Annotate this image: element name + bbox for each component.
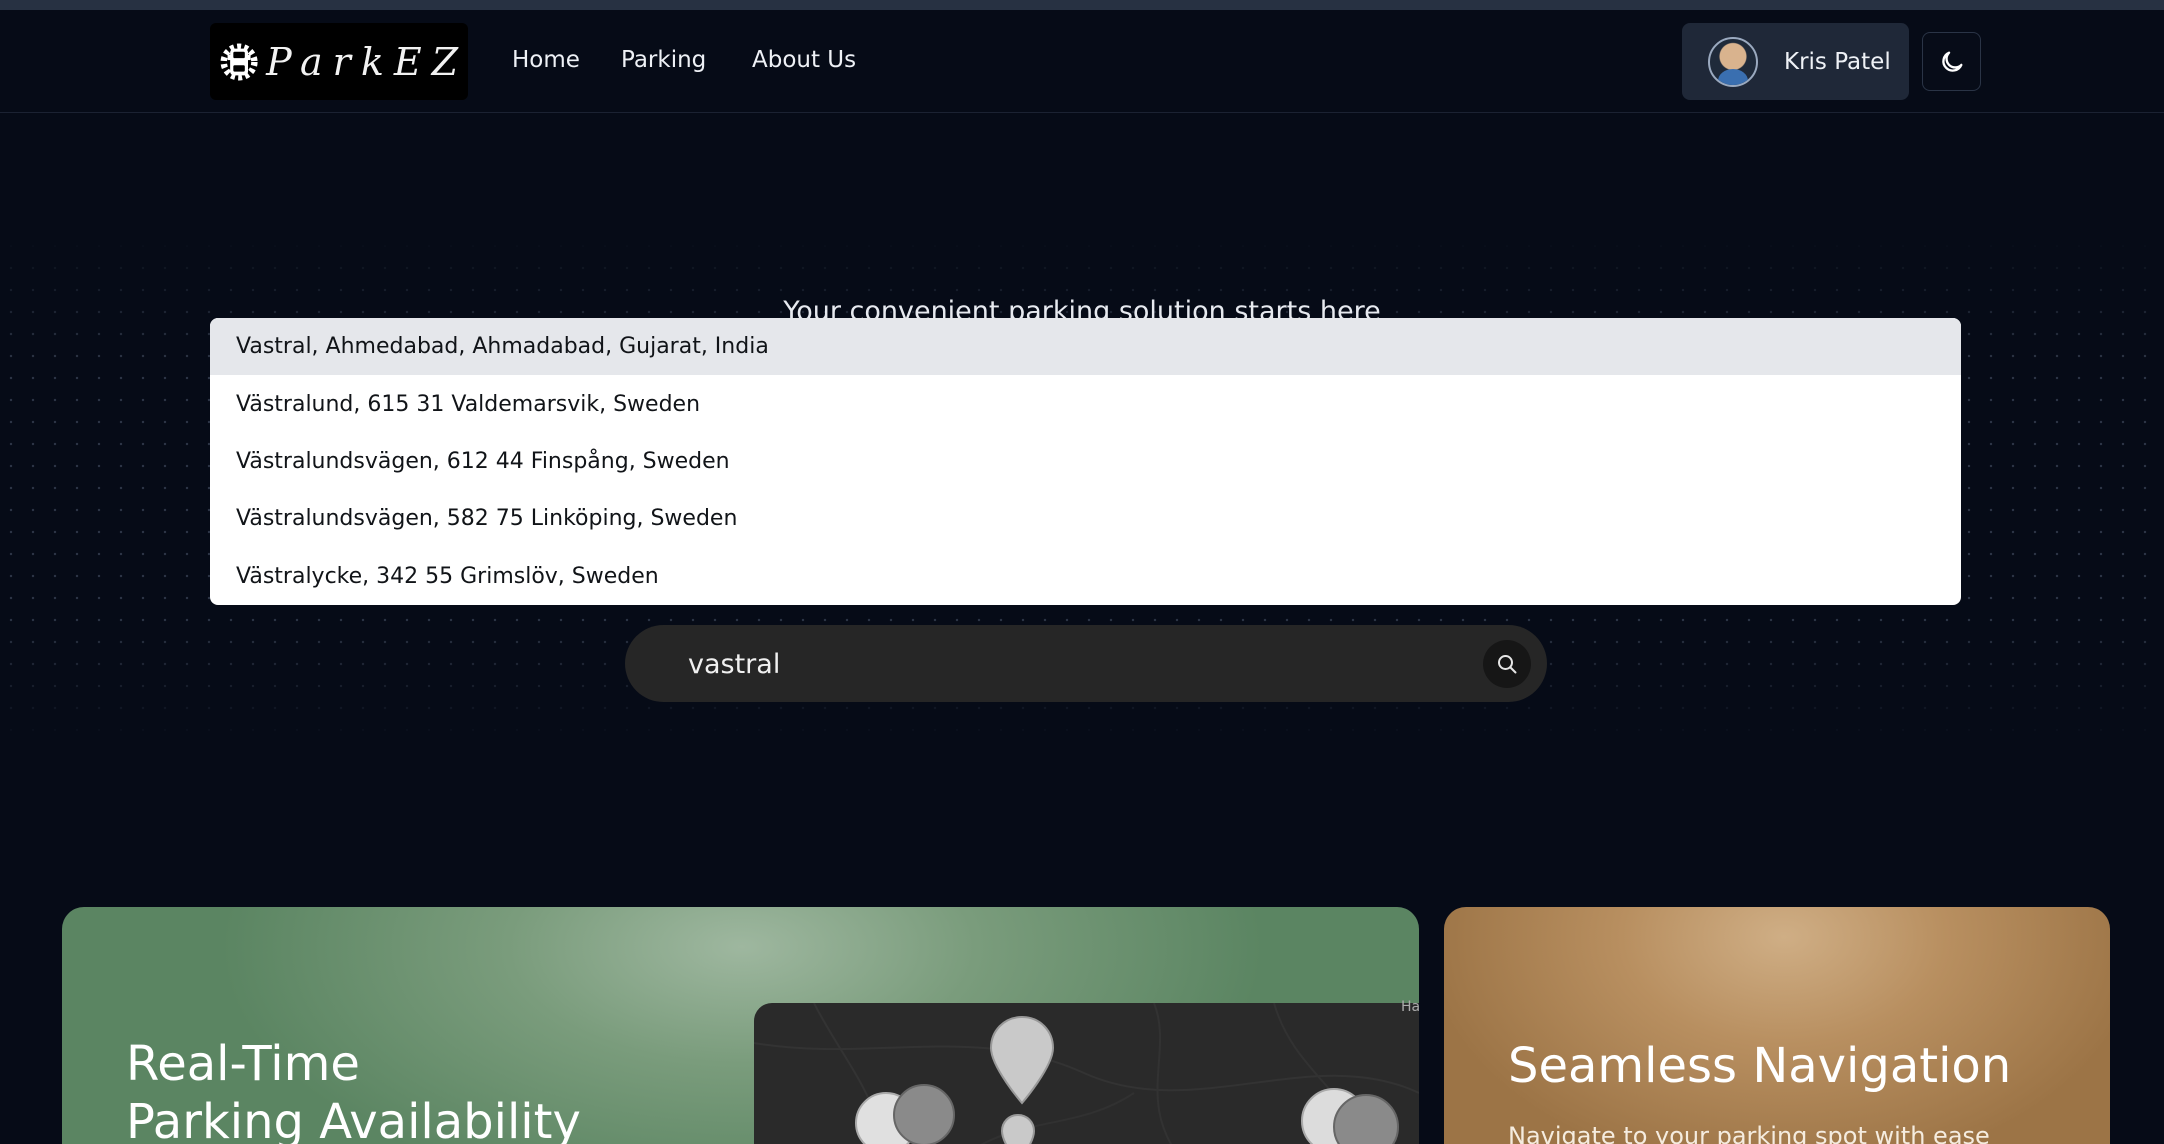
map-marker-icon — [1301, 1088, 1399, 1144]
search-bar — [625, 625, 1547, 702]
feature-card-navigation: Seamless Navigation Navigate to your par… — [1444, 907, 2110, 1144]
map-marker-icon — [1000, 1113, 1036, 1144]
nav-about-us[interactable]: About Us — [752, 47, 856, 73]
suggestion-item[interactable]: Västralundsvägen, 582 75 Linköping, Swed… — [210, 490, 1961, 547]
feature-title-line1: Real-Time — [126, 1036, 360, 1092]
map-marker-icon — [855, 1084, 955, 1144]
search-input[interactable] — [688, 645, 1468, 683]
feature-description: Navigate to your parking spot with ease — [1508, 1122, 1990, 1144]
feature-card-realtime: Real-Time Parking Availability Ha — [62, 907, 1419, 1144]
search-icon — [1498, 655, 1517, 674]
search-suggestions-dropdown: Vastral, Ahmedabad, Ahmadabad, Gujarat, … — [210, 318, 1961, 605]
user-name: Kris Patel — [1784, 48, 1891, 75]
browser-top-strip — [0, 0, 2164, 10]
logo-mark-icon — [220, 42, 258, 81]
user-menu-button[interactable]: Kris Patel — [1682, 23, 1909, 100]
map-markers — [855, 1015, 1399, 1144]
feature-title-line2: Parking Availability — [126, 1094, 581, 1144]
theme-toggle-button[interactable] — [1922, 32, 1981, 91]
suggestion-item[interactable]: Västralund, 615 31 Valdemarsvik, Sweden — [210, 375, 1961, 432]
suggestion-item[interactable]: Västralundsvägen, 612 44 Finspång, Swede… — [210, 433, 1961, 490]
navbar: ParkEZ Home Parking About Us Kris Patel — [0, 10, 2164, 113]
suggestion-item[interactable]: Västralycke, 342 55 Grimslöv, Sweden — [210, 548, 1961, 605]
logo-text: ParkEZ — [266, 39, 468, 84]
map-attribution: Ha — [1401, 999, 1419, 1015]
nav-home[interactable]: Home — [512, 47, 580, 73]
search-button[interactable] — [1483, 640, 1531, 688]
map-marker-icon — [989, 1015, 1055, 1105]
feature-title: Seamless Navigation — [1508, 1038, 2012, 1094]
moon-icon — [1941, 51, 1962, 72]
suggestion-item[interactable]: Vastral, Ahmedabad, Ahmadabad, Gujarat, … — [210, 318, 1961, 376]
avatar — [1708, 36, 1758, 87]
nav-parking[interactable]: Parking — [621, 47, 706, 73]
logo[interactable]: ParkEZ — [210, 23, 468, 100]
